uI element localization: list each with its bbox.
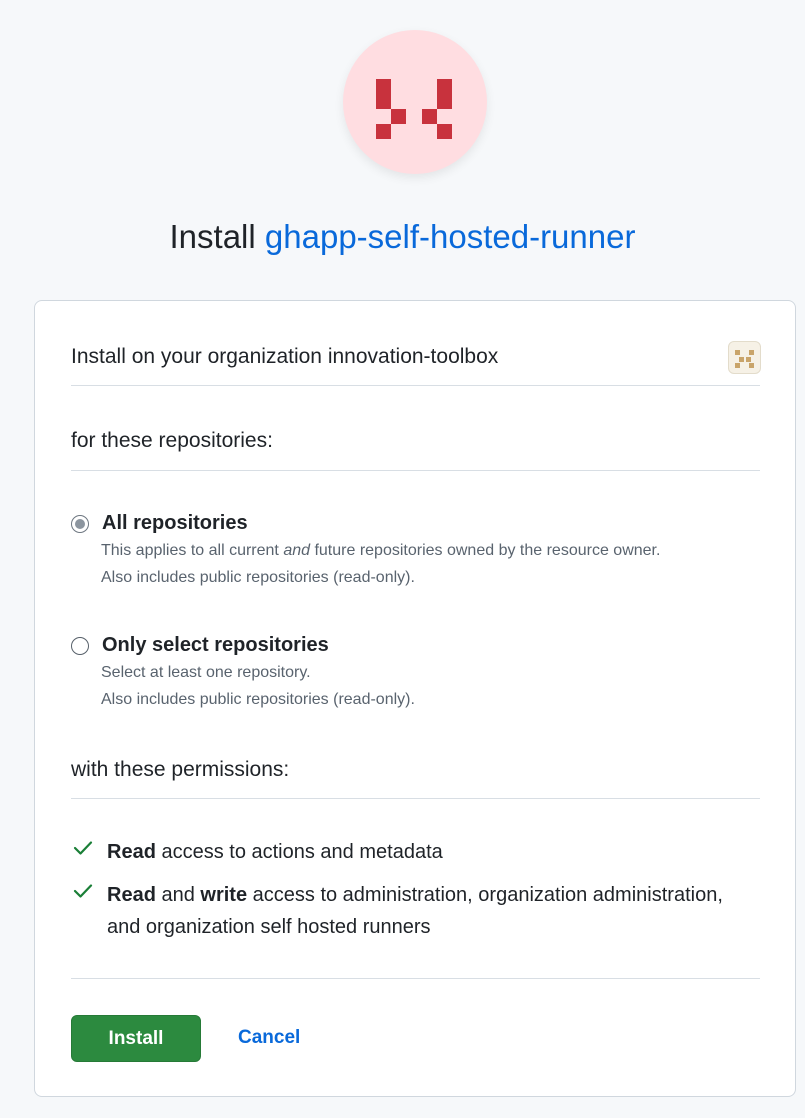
install-target-heading: Install on your organization innovation-… [71, 345, 499, 368]
radio-button[interactable] [71, 637, 89, 655]
radio-label[interactable]: All repositories [102, 512, 248, 535]
permission-text: Read and write access to administration,… [107, 884, 723, 938]
divider [71, 470, 760, 471]
divider [71, 978, 760, 979]
radio-label[interactable]: Only select repositories [102, 634, 329, 657]
radio-description: Also includes public repositories (read-… [101, 691, 415, 708]
radio-description: This applies to all current and future r… [101, 542, 661, 559]
divider [71, 385, 760, 386]
radio-button-selected[interactable] [71, 515, 89, 533]
repositories-heading: for these repositories: [71, 429, 273, 452]
org-avatar-icon [728, 341, 761, 374]
app-identicon-icon [376, 79, 452, 139]
permission-text: Read access to actions and metadata [107, 841, 443, 863]
page-title: Install ghapp-self-hosted-runner [0, 218, 805, 256]
check-icon [73, 884, 93, 898]
radio-description: Select at least one repository. [101, 664, 311, 681]
title-prefix: Install [169, 218, 256, 255]
cancel-link[interactable]: Cancel [238, 1027, 300, 1049]
app-avatar [343, 30, 487, 174]
install-button[interactable]: Install [71, 1015, 201, 1062]
radio-description: Also includes public repositories (read-… [101, 569, 415, 586]
check-icon [73, 841, 93, 855]
app-name-link[interactable]: ghapp-self-hosted-runner [265, 218, 636, 255]
install-card: Install on your organization innovation-… [34, 300, 796, 1097]
permissions-heading: with these permissions: [71, 758, 290, 781]
divider [71, 798, 760, 799]
